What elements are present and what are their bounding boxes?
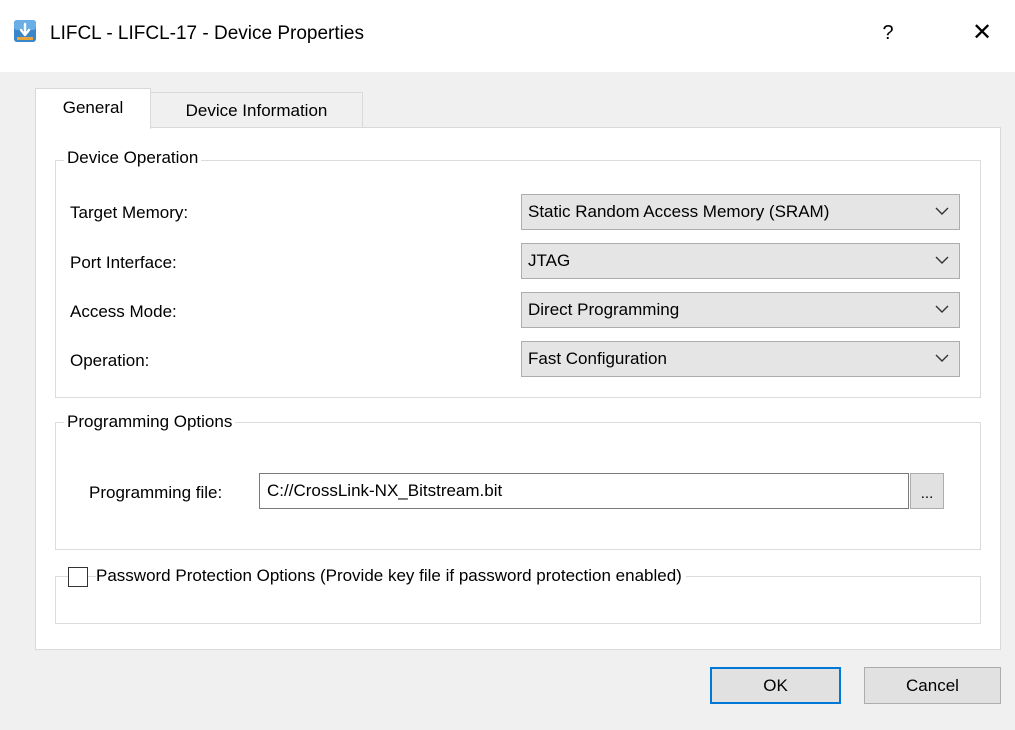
operation-label: Operation: [70, 351, 150, 370]
programming-file-input[interactable]: C://CrossLink-NX_Bitstream.bit [259, 473, 909, 509]
operation-value: Fast Configuration [528, 349, 667, 368]
window-title: LIFCL - LIFCL-17 - Device Properties [50, 23, 364, 44]
operation-dropdown[interactable]: Fast Configuration [521, 341, 960, 377]
access-mode-dropdown[interactable]: Direct Programming [521, 292, 960, 328]
chevron-down-icon [935, 305, 949, 313]
target-memory-dropdown[interactable]: Static Random Access Memory (SRAM) [521, 194, 960, 230]
cancel-button[interactable]: Cancel [864, 667, 1001, 704]
access-mode-value: Direct Programming [528, 300, 680, 319]
chevron-down-icon [935, 256, 949, 264]
port-interface-label: Port Interface: [70, 253, 177, 272]
password-protection-checkbox[interactable] [68, 567, 88, 587]
browse-button[interactable]: ... [910, 473, 944, 509]
ok-button[interactable]: OK [710, 667, 841, 704]
programming-file-label: Programming file: [89, 483, 223, 502]
tab-device-information[interactable]: Device Information [150, 92, 363, 128]
target-memory-value: Static Random Access Memory (SRAM) [528, 202, 830, 221]
chevron-down-icon [935, 354, 949, 362]
close-button[interactable]: ✕ [960, 18, 1004, 48]
device-operation-legend: Device Operation [64, 148, 202, 168]
access-mode-label: Access Mode: [70, 302, 177, 321]
tab-general[interactable]: General [35, 88, 151, 129]
programming-file-value: C://CrossLink-NX_Bitstream.bit [267, 481, 503, 500]
chevron-down-icon [935, 207, 949, 215]
app-icon [14, 20, 36, 42]
help-button[interactable]: ? [868, 18, 908, 48]
password-protection-label: Password Protection Options (Provide key… [96, 566, 686, 586]
port-interface-value: JTAG [528, 251, 571, 270]
port-interface-dropdown[interactable]: JTAG [521, 243, 960, 279]
target-memory-label: Target Memory: [70, 203, 189, 222]
title-bar: LIFCL - LIFCL-17 - Device Properties ? ✕ [0, 0, 1015, 72]
programming-options-legend: Programming Options [64, 412, 236, 432]
